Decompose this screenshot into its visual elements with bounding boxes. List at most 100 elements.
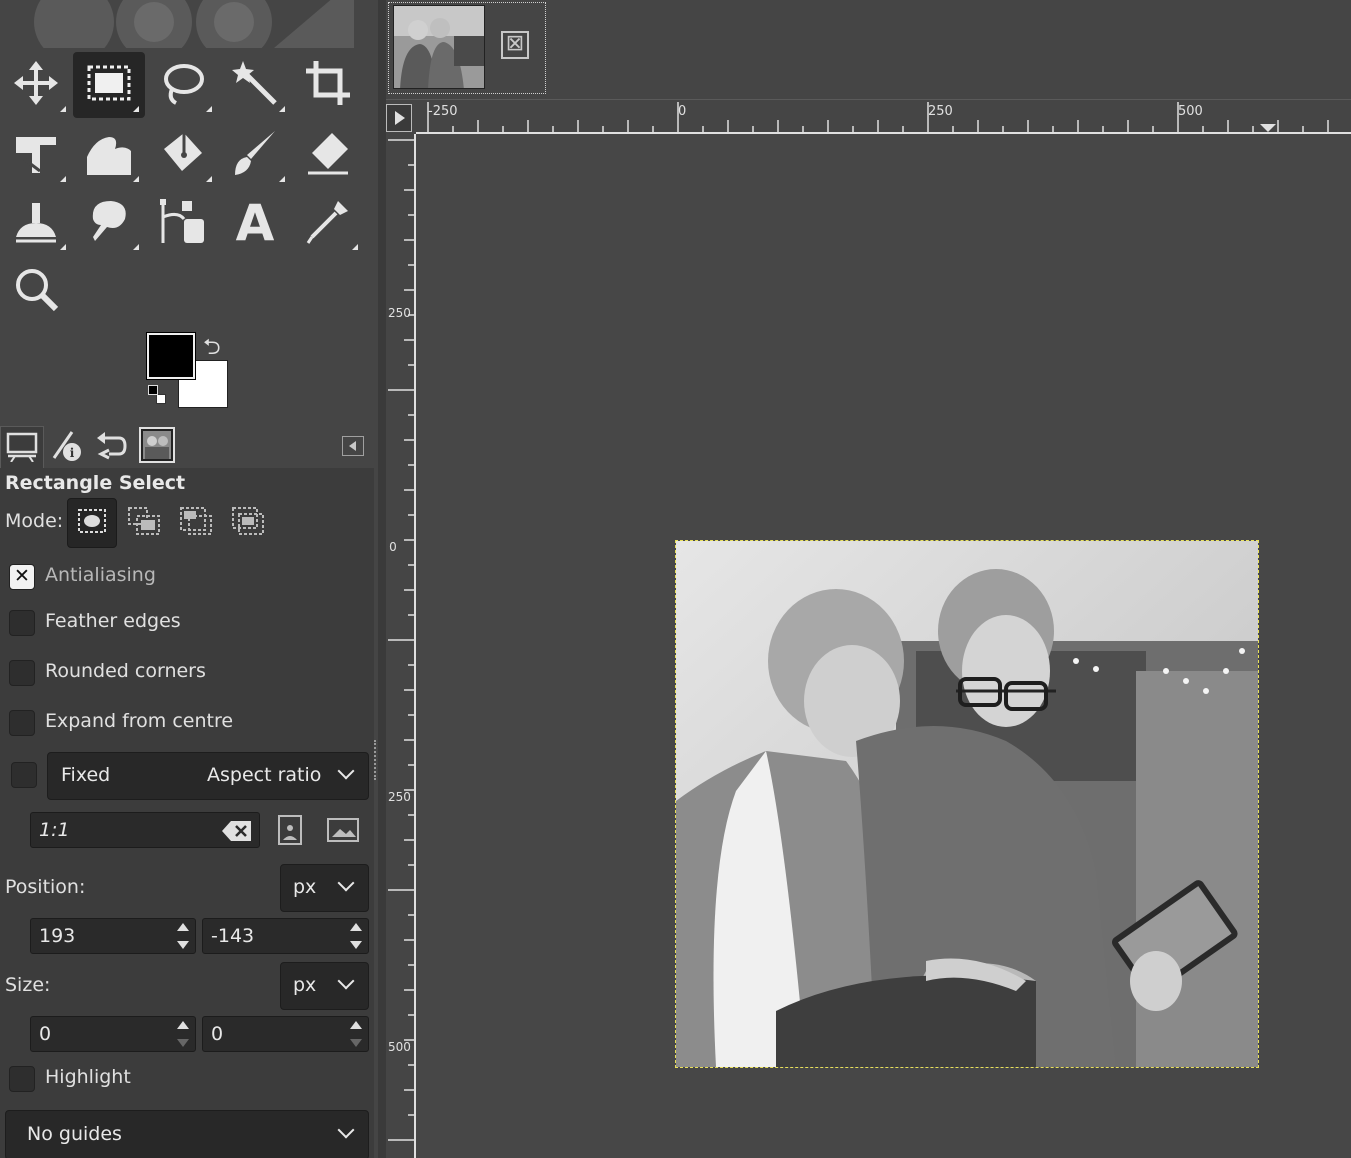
paths-tool-button[interactable] xyxy=(146,190,218,256)
eraser-tool-button[interactable] xyxy=(292,122,364,188)
size-width-input[interactable]: 0 xyxy=(30,1016,196,1052)
wilber-decoration xyxy=(14,0,354,48)
position-x-input[interactable]: 193 xyxy=(30,918,196,954)
unified-transform-tool-button[interactable] xyxy=(0,122,72,188)
navigate-button[interactable] xyxy=(386,104,412,132)
expand-from-centre-label: Expand from centre xyxy=(45,710,234,732)
chevron-down-icon xyxy=(337,874,355,892)
tab-images[interactable] xyxy=(135,426,179,468)
warp-icon xyxy=(85,129,133,181)
position-x-value: 193 xyxy=(39,925,76,947)
aspect-ratio-input[interactable]: 1:1 xyxy=(30,812,260,848)
text-tool-button[interactable]: A xyxy=(219,190,291,256)
tool-options-title: Rectangle Select xyxy=(5,472,186,494)
mode-replace-icon xyxy=(77,508,107,538)
size-width-spinner[interactable] xyxy=(173,1019,193,1049)
h-ruler-label: 500 xyxy=(1178,104,1203,119)
vertical-ruler[interactable] xyxy=(386,134,416,1158)
image-tab[interactable]: ⊠ xyxy=(388,2,546,94)
fixed-mode-value: Aspect ratio xyxy=(207,764,322,786)
smudge-tool-button[interactable] xyxy=(73,190,145,256)
fuzzy-select-tool-button[interactable] xyxy=(219,52,291,118)
transform-icon xyxy=(12,129,60,181)
position-x-spinner[interactable] xyxy=(173,921,193,951)
position-label: Position: xyxy=(5,876,86,898)
size-width-value: 0 xyxy=(39,1023,52,1045)
image-layer-photo[interactable] xyxy=(675,540,1259,1068)
size-height-spinner[interactable] xyxy=(346,1019,366,1049)
rounded-corners-label: Rounded corners xyxy=(45,660,206,682)
v-ruler-label: 500 xyxy=(388,1041,411,1053)
color-picker-tool-button[interactable] xyxy=(292,190,364,256)
mode-subtract-icon xyxy=(179,506,213,540)
clear-icon[interactable] xyxy=(221,819,253,848)
crop-tool-button[interactable] xyxy=(292,52,364,118)
position-y-spinner[interactable] xyxy=(346,921,366,951)
tab-device-status[interactable]: i xyxy=(45,426,89,468)
portrait-icon xyxy=(276,815,306,852)
move-icon xyxy=(12,59,60,111)
mode-intersect-icon xyxy=(231,506,265,540)
tab-menu-button[interactable] xyxy=(342,436,364,456)
fixed-label: Fixed xyxy=(61,764,111,786)
image-thumbnail xyxy=(393,5,485,89)
guides-combo[interactable]: No guides xyxy=(5,1110,369,1158)
move-tool-button[interactable] xyxy=(0,52,72,118)
lasso-icon xyxy=(158,59,206,111)
v-ruler-label: 250 xyxy=(388,791,411,803)
position-y-input[interactable]: -143 xyxy=(202,918,369,954)
tab-undo-history[interactable] xyxy=(90,426,134,468)
feather-edges-label: Feather edges xyxy=(45,610,181,632)
mode-add-button[interactable] xyxy=(119,498,169,548)
warp-transform-tool-button[interactable] xyxy=(73,122,145,188)
images-thumbnail-icon xyxy=(139,427,175,467)
landscape-icon xyxy=(326,818,360,850)
eyedropper-icon xyxy=(304,197,352,249)
size-height-input[interactable]: 0 xyxy=(202,1016,369,1052)
mode-subtract-button[interactable] xyxy=(171,498,221,548)
mode-intersect-button[interactable] xyxy=(223,498,273,548)
mode-replace-button[interactable] xyxy=(67,498,117,548)
size-unit-combo[interactable]: px xyxy=(280,962,369,1010)
landscape-button[interactable] xyxy=(326,816,360,850)
tab-tool-options[interactable] xyxy=(0,426,44,468)
position-unit-combo[interactable]: px xyxy=(280,864,369,912)
expand-from-centre-checkbox[interactable] xyxy=(9,710,35,736)
dock-tab-bar: i xyxy=(0,426,378,468)
left-panel: A ⮌ i Rectangle Select Mode: ✕ Antialias… xyxy=(0,0,378,1158)
chevron-down-icon xyxy=(337,762,355,780)
bucket-icon xyxy=(158,129,206,181)
smudge-icon xyxy=(85,197,133,249)
position-y-value: -143 xyxy=(211,925,255,947)
panel-resize-grip[interactable] xyxy=(374,740,378,780)
highlight-label: Highlight xyxy=(45,1066,131,1088)
fixed-checkbox[interactable] xyxy=(11,762,37,788)
guides-value: No guides xyxy=(27,1123,122,1145)
horizontal-ruler[interactable] xyxy=(416,100,1351,134)
fixed-mode-combo[interactable]: Fixed Aspect ratio xyxy=(47,752,369,800)
rectangle-select-tool-button[interactable] xyxy=(73,52,145,118)
h-ruler-label: -250 xyxy=(428,104,458,119)
close-image-tab-icon[interactable]: ⊠ xyxy=(501,31,529,59)
h-ruler-label: 0 xyxy=(678,104,687,119)
bucket-fill-tool-button[interactable] xyxy=(146,122,218,188)
antialiasing-checkbox[interactable] xyxy=(9,564,35,590)
crop-icon xyxy=(304,59,352,111)
default-colors-bg-icon xyxy=(156,394,166,404)
paintbrush-tool-button[interactable] xyxy=(219,122,291,188)
portrait-button[interactable] xyxy=(276,814,306,852)
foreground-color-swatch[interactable] xyxy=(146,332,196,380)
rounded-corners-checkbox[interactable] xyxy=(9,660,35,686)
undo-history-icon xyxy=(95,428,129,466)
chevron-down-icon xyxy=(337,1121,355,1139)
clone-tool-button[interactable] xyxy=(0,190,72,256)
aspect-ratio-value: 1:1 xyxy=(39,819,70,841)
paintbrush-icon xyxy=(231,129,279,181)
magic-wand-icon xyxy=(231,59,279,111)
highlight-checkbox[interactable] xyxy=(9,1066,35,1092)
feather-edges-checkbox[interactable] xyxy=(9,610,35,636)
default-colors-button[interactable] xyxy=(148,385,158,395)
zoom-tool-button[interactable] xyxy=(0,258,72,324)
panel-separator[interactable] xyxy=(378,0,386,1158)
free-select-tool-button[interactable] xyxy=(146,52,218,118)
